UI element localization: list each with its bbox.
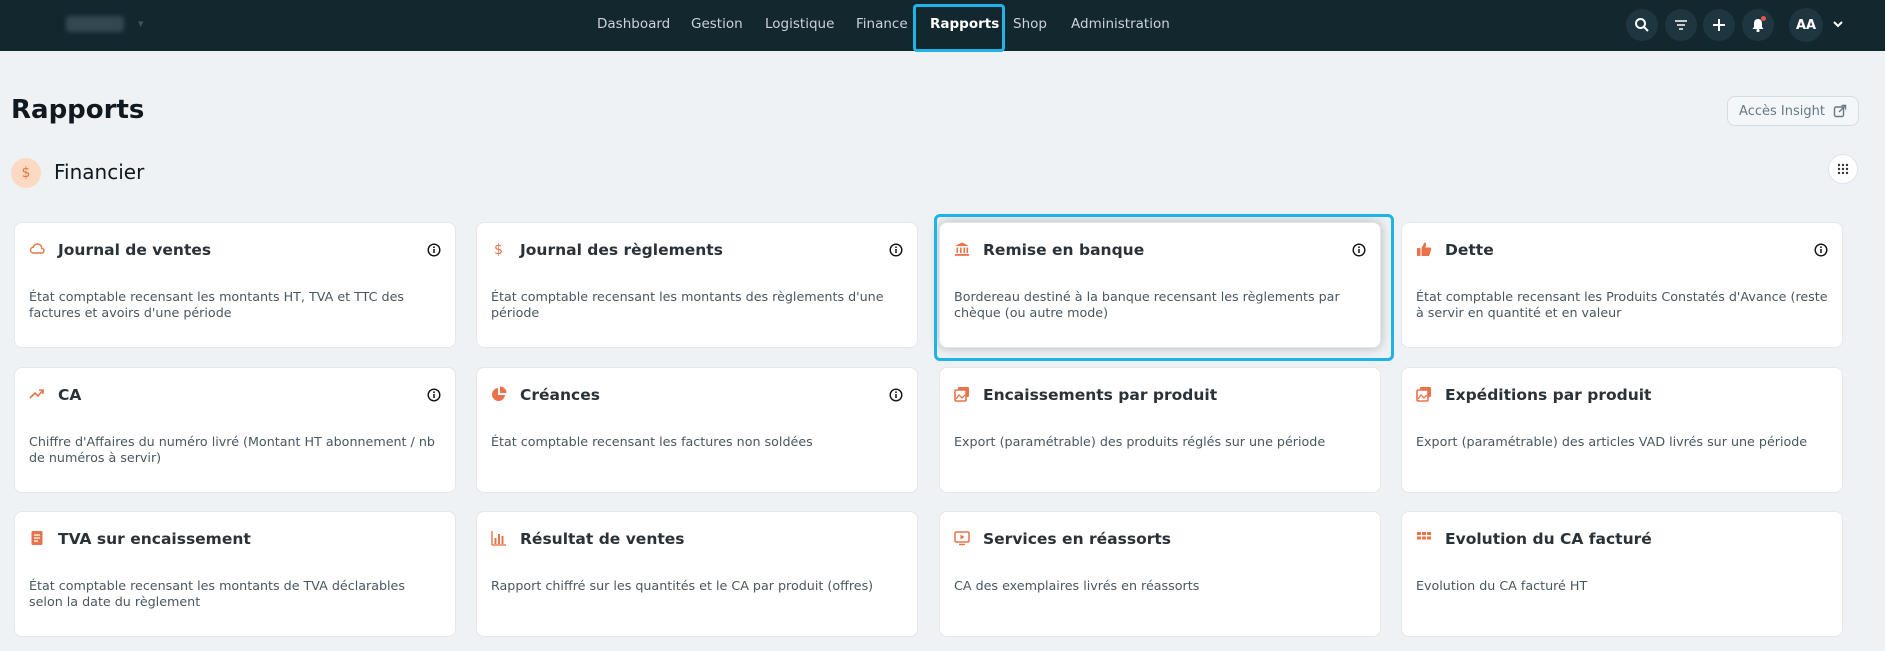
info-icon[interactable] <box>1814 243 1828 257</box>
nav-finance[interactable]: Finance <box>856 16 908 32</box>
card-title: Encaissements par produit <box>983 386 1218 404</box>
monitor-icon <box>954 531 970 546</box>
top-navbar: ▾ Dashboard Gestion Logistique Finance R… <box>0 0 1885 52</box>
card-title: Résultat de ventes <box>520 530 685 548</box>
thumbs-up-icon <box>1417 242 1432 256</box>
info-icon[interactable] <box>889 388 903 402</box>
report-card-ca[interactable]: CA Chiffre d'Affaires du numéro livré (M… <box>14 367 456 493</box>
dollar-icon: $ <box>494 242 503 257</box>
page-title: Rapports <box>11 95 145 125</box>
nav-logistique[interactable]: Logistique <box>765 16 834 32</box>
card-title: Evolution du CA facturé <box>1445 530 1652 548</box>
card-title: Créances <box>520 386 600 404</box>
report-card-resultat-de-ventes[interactable]: Résultat de ventes Rapport chiffré sur l… <box>476 511 918 637</box>
nav-focus-highlight <box>913 4 1005 52</box>
card-title: Journal des règlements <box>520 241 723 259</box>
filter-button[interactable] <box>1665 9 1697 41</box>
card-description: État comptable recensant les montants de… <box>29 578 405 609</box>
trend-up-icon <box>29 389 44 399</box>
info-icon[interactable] <box>889 243 903 257</box>
report-card-encaissements-par-produit[interactable]: Encaissements par produit Export (paramé… <box>939 367 1381 493</box>
grid-dots-icon <box>1837 163 1849 175</box>
external-link-icon <box>1833 104 1847 118</box>
document-icon <box>31 531 43 545</box>
card-title: Expéditions par produit <box>1445 386 1652 404</box>
nav-shop[interactable]: Shop <box>1013 16 1047 32</box>
add-button[interactable] <box>1703 9 1735 41</box>
images-icon <box>1416 387 1431 402</box>
cloud-icon <box>29 243 45 254</box>
search-icon <box>1635 18 1649 32</box>
section-title: Financier <box>54 160 145 184</box>
grid-view-button[interactable] <box>1828 154 1858 184</box>
chevron-down-icon[interactable] <box>1831 17 1845 31</box>
insight-access-button[interactable]: Accès Insight <box>1727 96 1859 126</box>
card-description: Evolution du CA facturé HT <box>1416 578 1588 593</box>
report-card-creances[interactable]: Créances État comptable recensant les fa… <box>476 367 918 493</box>
info-icon[interactable] <box>427 243 441 257</box>
card-description: État comptable recensant les montants HT… <box>29 289 405 320</box>
bar-chart-icon <box>491 531 506 546</box>
report-card-services-en-reassorts[interactable]: Services en réassorts CA des exemplaires… <box>939 511 1381 637</box>
card-description: Export (paramétrable) des articles VAD l… <box>1416 434 1808 449</box>
card-description: État comptable recensant les montants de… <box>491 289 884 320</box>
notification-dot <box>1761 16 1766 21</box>
card-title: CA <box>58 386 82 404</box>
card-title: Dette <box>1445 241 1494 259</box>
app-logo[interactable] <box>66 16 124 32</box>
report-card-tva-sur-encaissement[interactable]: TVA sur encaissement État comptable rece… <box>14 511 456 637</box>
card-focus-highlight <box>934 214 1394 361</box>
card-description: Chiffre d'Affaires du numéro livré (Mont… <box>29 434 435 465</box>
report-card-journal-des-reglements[interactable]: $ Journal des règlements État comptable … <box>476 222 918 348</box>
plus-icon <box>1713 19 1725 31</box>
card-description: Export (paramétrable) des produits réglé… <box>954 434 1326 449</box>
card-description: CA des exemplaires livrés en réassorts <box>954 578 1200 593</box>
filter-icon <box>1675 20 1687 30</box>
report-card-dette[interactable]: Dette État comptable recensant les Produ… <box>1401 222 1843 348</box>
notifications-button[interactable] <box>1742 9 1774 41</box>
chevron-down-icon[interactable]: ▾ <box>138 17 144 30</box>
images-icon <box>954 387 969 402</box>
user-avatar[interactable]: AA <box>1789 8 1823 42</box>
svg-text:$: $ <box>494 242 503 257</box>
card-title: Services en réassorts <box>983 530 1171 548</box>
insight-access-label: Accès Insight <box>1739 103 1825 119</box>
nav-dashboard[interactable]: Dashboard <box>597 16 670 32</box>
report-card-journal-de-ventes[interactable]: Journal de ventes État comptable recensa… <box>14 222 456 348</box>
card-description: Rapport chiffré sur les quantités et le … <box>491 578 874 593</box>
search-button[interactable] <box>1626 9 1658 41</box>
dollar-icon: $ <box>11 158 41 188</box>
nav-gestion[interactable]: Gestion <box>691 16 743 32</box>
card-description: État comptable recensant les factures no… <box>491 434 813 449</box>
pie-chart-icon <box>492 386 507 401</box>
nav-administration[interactable]: Administration <box>1071 16 1170 32</box>
grid-icon <box>1417 532 1431 540</box>
report-card-expeditions-par-produit[interactable]: Expéditions par produit Export (paramétr… <box>1401 367 1843 493</box>
card-description: État comptable recensant les Produits Co… <box>1416 289 1828 320</box>
card-title: Journal de ventes <box>58 241 212 259</box>
card-title: TVA sur encaissement <box>58 530 251 548</box>
report-card-evolution-du-ca-facture[interactable]: Evolution du CA facturé Evolution du CA … <box>1401 511 1843 637</box>
info-icon[interactable] <box>427 388 441 402</box>
